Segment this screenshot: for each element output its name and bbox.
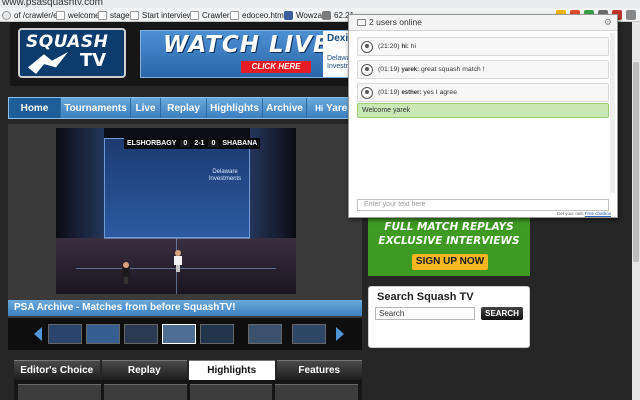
chat-bubble-icon xyxy=(357,19,366,26)
bookmark-item[interactable]: Crawler xyxy=(190,9,230,21)
page-icon xyxy=(190,10,199,20)
user-avatar-icon xyxy=(361,87,373,99)
message-text: great squash match ! xyxy=(421,66,485,73)
court-advert: Delaware Investments xyxy=(208,169,242,182)
video-player[interactable]: Delaware Investments ELSHORBAGY 0 2-1 0 … xyxy=(8,124,362,320)
page-scrollbar[interactable] xyxy=(632,22,640,400)
bookmark-item[interactable]: stage xyxy=(98,9,130,21)
nav-highlights[interactable]: Highlights xyxy=(207,98,263,118)
video-card[interactable] xyxy=(189,384,273,400)
nav-replay[interactable]: Replay xyxy=(161,98,207,118)
page-icon xyxy=(230,10,239,20)
message-text: hi xyxy=(410,43,416,50)
click-here-button[interactable]: CLICK HERE xyxy=(241,61,311,73)
video-card[interactable] xyxy=(18,384,101,400)
nav-archive[interactable]: Archive xyxy=(263,98,307,118)
video-card[interactable] xyxy=(275,384,358,400)
chat-message: (01:19) esther: yes I agree xyxy=(357,83,609,102)
search-panel: Search Squash TV Search SEARCH xyxy=(368,286,530,348)
search-button[interactable]: SEARCH xyxy=(481,307,523,320)
archive-thumbnail[interactable] xyxy=(292,324,326,344)
archive-thumbnail[interactable] xyxy=(162,324,196,344)
chat-message: (21:20) hi: hi xyxy=(357,37,609,56)
archive-carousel xyxy=(8,318,362,350)
player1-name: ELSHORBAGY xyxy=(127,140,177,147)
message-text: yes I agree xyxy=(423,89,457,96)
watch-live-banner[interactable]: WATCH LIVE CLICK HERE Dexia Delaware Inv… xyxy=(140,30,370,78)
archive-thumbnail[interactable] xyxy=(124,324,158,344)
search-input[interactable]: Search xyxy=(375,307,475,320)
court-line xyxy=(104,238,250,239)
menu-icon[interactable] xyxy=(626,10,636,20)
tab-replay[interactable]: Replay xyxy=(101,360,187,380)
chat-scrollbar[interactable] xyxy=(610,33,615,193)
content-tabs: Editor's Choice Replay Highlights Featur… xyxy=(14,360,362,380)
video-card[interactable] xyxy=(103,384,187,400)
chat-message: (01:19) yarek: great squash match ! xyxy=(357,60,609,79)
player-silhouette-icon xyxy=(28,52,68,74)
free-chatbox-link[interactable]: Free chatbox xyxy=(585,211,611,216)
squashtv-logo[interactable]: SQUASH TV xyxy=(18,28,126,78)
user-avatar-icon xyxy=(361,64,373,76)
gear-icon[interactable]: ⚙ xyxy=(604,17,612,28)
user-avatar-icon xyxy=(361,41,373,53)
ip-icon xyxy=(322,10,331,20)
page-icon xyxy=(98,10,107,20)
message-author: yarek: xyxy=(401,67,420,73)
chat-popup: 2 users online ⚙ (21:20) hi: hi (01:19) … xyxy=(348,14,618,218)
nav-live[interactable]: Live xyxy=(131,98,161,118)
promo-banner[interactable]: FULL MATCH REPLAYS EXCLUSIVE INTERVIEWS … xyxy=(368,218,530,276)
welcome-message: Welcome yarek xyxy=(357,103,609,118)
player1-game: 0 xyxy=(180,140,191,147)
archive-thumbnail[interactable] xyxy=(86,324,120,344)
page-icon xyxy=(130,10,139,20)
url-text: www.psasquashtv.com xyxy=(2,0,103,8)
address-bar[interactable]: www.psasquashtv.com xyxy=(0,0,640,8)
tab-editors-choice[interactable]: Editor's Choice xyxy=(14,360,100,380)
bookmark-item[interactable]: edoceo.html xyxy=(230,9,286,21)
tab-features[interactable]: Features xyxy=(276,360,362,380)
page-icon xyxy=(56,10,65,20)
player2-name: SHABANA xyxy=(222,140,258,147)
carousel-next-icon[interactable] xyxy=(336,327,344,341)
nav-home[interactable]: Home xyxy=(9,98,61,118)
player-figure xyxy=(174,250,182,272)
archive-thumbnail[interactable] xyxy=(200,324,234,344)
match-score: 2-1 xyxy=(194,140,205,147)
main-nav: Home Tournaments Live Replay Highlights … xyxy=(8,97,362,119)
player-figure xyxy=(122,262,130,284)
tab-highlights[interactable]: Highlights xyxy=(189,360,275,380)
archive-thumbnail[interactable] xyxy=(248,324,282,344)
wowza-icon xyxy=(284,10,293,20)
scrollbar-thumb[interactable] xyxy=(633,62,639,262)
tab-panel xyxy=(14,380,362,400)
chat-header: 2 users online ⚙ xyxy=(349,15,617,31)
sign-up-button[interactable]: SIGN UP NOW xyxy=(412,254,488,270)
nav-tournaments[interactable]: Tournaments xyxy=(61,98,131,118)
bookmark-item[interactable]: Wowza xyxy=(284,9,322,21)
site-header: SQUASH TV WATCH LIVE CLICK HERE Dexia De… xyxy=(10,22,370,86)
message-author: esther: xyxy=(401,90,422,96)
chat-footer: Get your own Free chatbox xyxy=(556,211,611,216)
search-title: Search Squash TV xyxy=(377,291,474,303)
chat-input[interactable]: Enter your text here xyxy=(357,199,609,211)
player2-game: 0 xyxy=(208,140,219,147)
scoreboard: ELSHORBAGY 0 2-1 0 SHABANA xyxy=(124,138,261,149)
archive-thumbnail[interactable] xyxy=(48,324,82,344)
bookmark-item[interactable]: Start interview xyxy=(130,9,193,21)
carousel-prev-icon[interactable] xyxy=(34,327,42,341)
match-video[interactable]: Delaware Investments ELSHORBAGY 0 2-1 0 … xyxy=(56,128,296,294)
bookmark-item[interactable]: of /crawler/e... xyxy=(2,9,64,21)
bookmark-item[interactable]: welcome xyxy=(56,9,100,21)
chat-messages: (21:20) hi: hi (01:19) yarek: great squa… xyxy=(357,37,609,106)
court-front-wall: Delaware Investments xyxy=(104,138,250,238)
globe-icon xyxy=(2,10,11,20)
users-online: 2 users online xyxy=(369,17,422,27)
archive-heading: PSA Archive - Matches from before Squash… xyxy=(8,300,362,316)
message-author: hi: xyxy=(401,44,409,50)
